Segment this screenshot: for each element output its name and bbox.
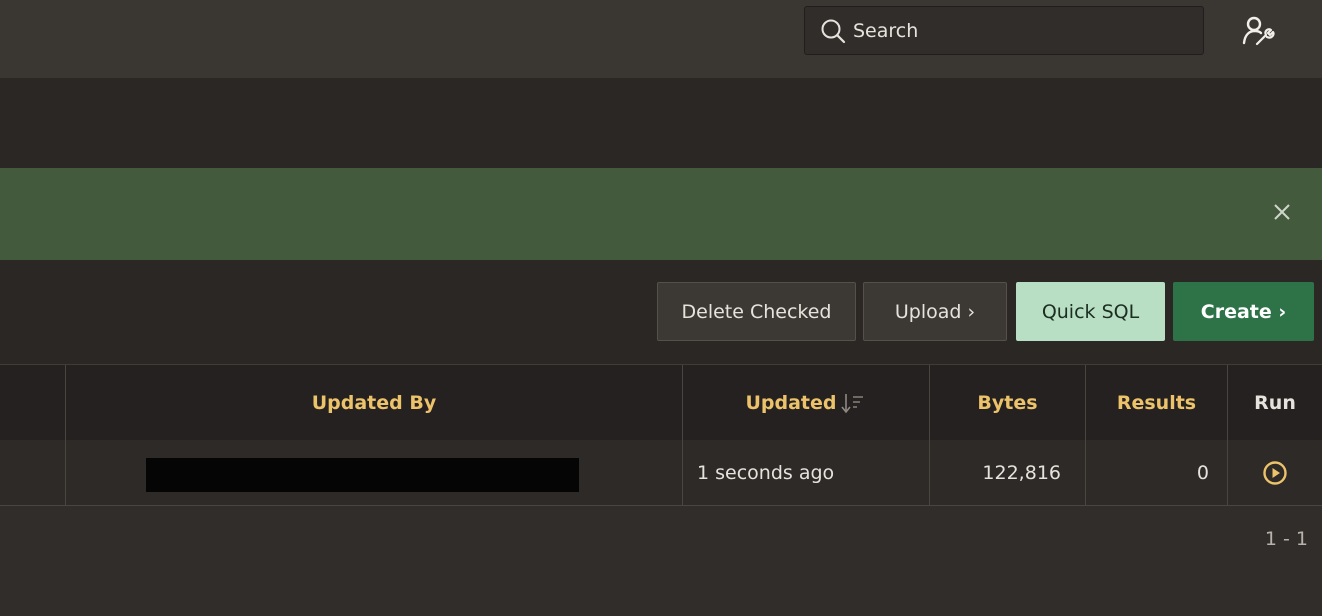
search-input[interactable] [853,19,1183,42]
column-header-label: Updated By [311,391,437,414]
updated-value: 1 seconds ago [697,461,835,484]
sort-desc-icon [840,393,863,413]
create-button[interactable]: Create › [1173,282,1314,341]
cell-updated: 1 seconds ago [682,440,929,505]
column-header-run[interactable]: Run [1227,365,1322,440]
search-icon [821,19,846,43]
delete-checked-button[interactable]: Delete Checked [657,282,856,341]
results-value: 0 [1196,461,1209,484]
bytes-value: 122,816 [982,461,1061,484]
column-header-results[interactable]: Results [1085,365,1227,440]
close-icon [1274,204,1290,220]
pagination-text: 1 - 1 [1264,528,1308,550]
user-menu-button[interactable] [1236,14,1280,50]
cell-updated-by [65,440,682,505]
column-header-label: Results [1116,391,1197,414]
top-navigation-bar [0,0,1322,78]
alert-close-button[interactable] [1270,200,1294,224]
redacted-block [146,458,579,492]
upload-button[interactable]: Upload › [863,282,1007,341]
cell-results: 0 [1085,440,1227,505]
success-alert [0,168,1322,260]
play-circle-icon[interactable] [1262,460,1288,486]
column-header-bytes[interactable]: Bytes [929,365,1085,440]
cell-run[interactable] [1227,440,1322,505]
quick-sql-button[interactable]: Quick SQL [1016,282,1165,341]
table-row: 1 seconds ago 122,816 0 [0,440,1322,506]
column-header-label: Run [1254,391,1296,414]
column-header-updated-by[interactable]: Updated By [65,365,682,440]
column-header-label: Bytes [977,391,1038,414]
cell-bytes: 122,816 [929,440,1085,505]
column-header-updated[interactable]: Updated [682,365,929,440]
sub-header-bar [0,78,1322,168]
user-wrench-icon [1242,16,1275,46]
search-box[interactable] [804,6,1204,55]
table-header-row: Updated By Updated Bytes Results Run [0,364,1322,440]
column-header-label: Updated [745,391,837,414]
report-toolbar: Delete Checked Upload › Quick SQL Create… [0,260,1322,364]
